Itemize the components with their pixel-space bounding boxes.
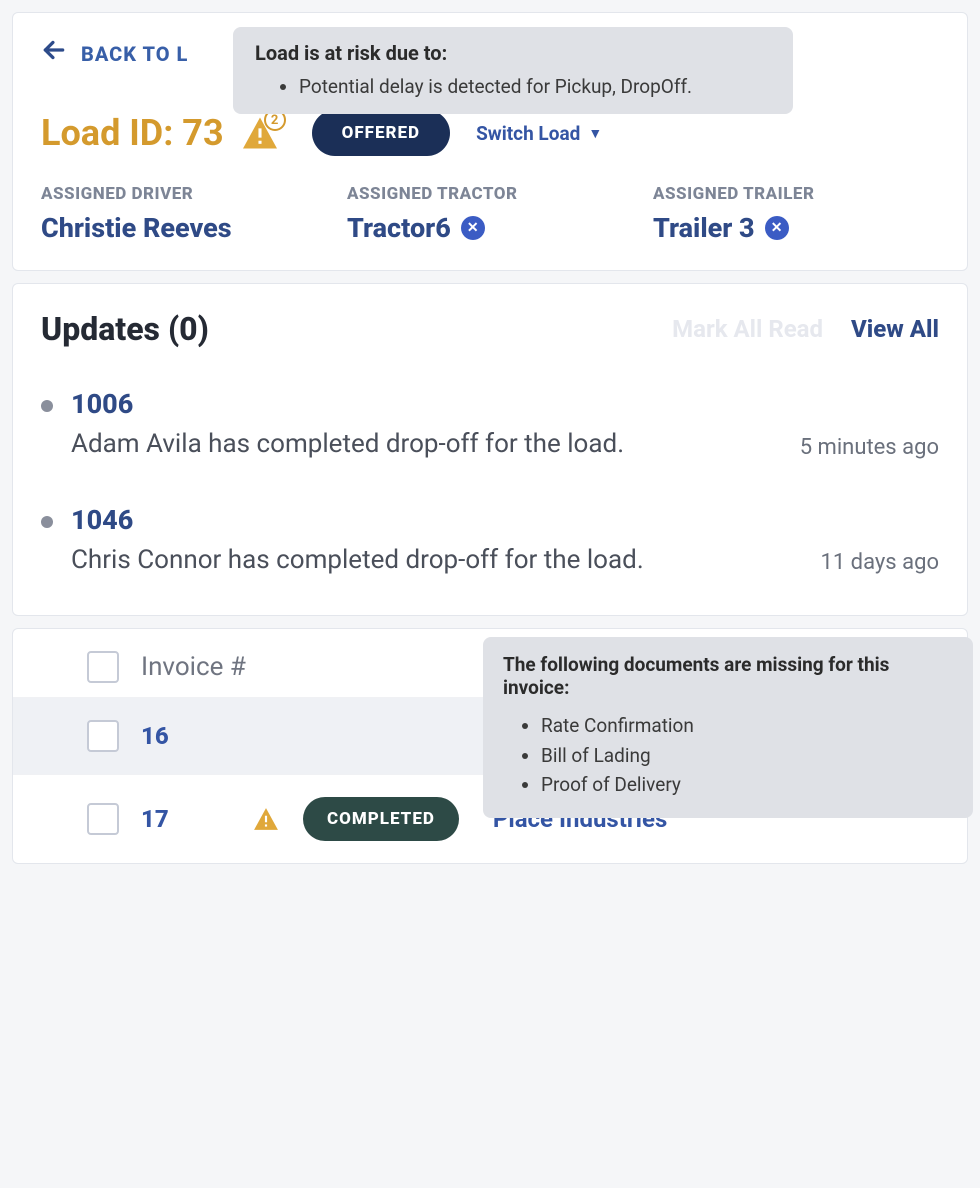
- mark-all-read-button[interactable]: Mark All Read: [672, 315, 823, 343]
- assigned-tractor-label: ASSIGNED TRACTOR: [347, 184, 633, 204]
- assigned-driver-label: ASSIGNED DRIVER: [41, 184, 327, 204]
- load-header-card: BACK TO L Load is at risk due to: Potent…: [12, 12, 968, 271]
- load-id-label: Load ID: 73: [41, 112, 224, 154]
- invoice-status-pill: COMPLETED: [303, 797, 459, 841]
- missing-docs-item: Proof of Delivery: [541, 770, 953, 799]
- updates-title: Updates (0): [41, 310, 672, 348]
- updates-header: Updates (0) Mark All Read View All: [41, 310, 939, 348]
- assigned-driver-name: Christie Reeves: [41, 212, 232, 244]
- view-all-button[interactable]: View All: [851, 315, 939, 343]
- assigned-driver-col: ASSIGNED DRIVER Christie Reeves: [41, 184, 327, 244]
- update-text: Adam Avila has completed drop-off for th…: [71, 426, 624, 464]
- bullet-icon: [41, 400, 53, 412]
- switch-load-label: Switch Load: [476, 122, 580, 145]
- invoice-number[interactable]: 16: [141, 722, 231, 750]
- missing-docs-item: Rate Confirmation: [541, 711, 953, 740]
- invoice-checkbox[interactable]: [87, 803, 119, 835]
- missing-docs-item: Bill of Lading: [541, 741, 953, 770]
- assigned-driver-value[interactable]: Christie Reeves: [41, 212, 327, 244]
- invoice-number-header: Invoice #: [141, 652, 246, 682]
- invoice-number[interactable]: 17: [141, 805, 231, 833]
- back-link[interactable]: BACK TO L: [81, 42, 188, 66]
- update-time: 11 days ago: [821, 550, 940, 579]
- assigned-trailer-col: ASSIGNED TRAILER Trailer 3 ✕: [653, 184, 939, 244]
- invoice-checkbox[interactable]: [87, 720, 119, 752]
- assigned-tractor-value[interactable]: Tractor6 ✕: [347, 212, 633, 244]
- update-text: Chris Connor has completed drop-off for …: [71, 542, 644, 580]
- remove-trailer-icon[interactable]: ✕: [765, 216, 789, 240]
- assigned-trailer-label: ASSIGNED TRAILER: [653, 184, 939, 204]
- warning-triangle-icon[interactable]: [253, 807, 281, 831]
- missing-docs-tooltip: The following documents are missing for …: [483, 637, 973, 817]
- chevron-down-icon: ▼: [588, 125, 602, 142]
- assigned-tractor-name: Tractor6: [347, 212, 451, 244]
- update-item: 1006 Adam Avila has completed drop-off f…: [41, 388, 939, 464]
- select-all-checkbox[interactable]: [87, 651, 119, 683]
- risk-tooltip: Load is at risk due to: Potential delay …: [233, 27, 793, 114]
- invoices-card: The following documents are missing for …: [12, 628, 968, 864]
- update-id[interactable]: 1006: [71, 388, 939, 420]
- update-item: 1046 Chris Connor has completed drop-off…: [41, 504, 939, 580]
- update-time: 5 minutes ago: [800, 435, 939, 464]
- bullet-icon: [41, 516, 53, 528]
- risk-tooltip-item: Potential delay is detected for Pickup, …: [299, 75, 771, 98]
- back-arrow-icon[interactable]: [41, 37, 67, 70]
- risk-tooltip-title: Load is at risk due to:: [255, 41, 771, 65]
- remove-tractor-icon[interactable]: ✕: [461, 216, 485, 240]
- load-id-row: Load ID: 73 2 OFFERED Switch Load ▼: [41, 110, 939, 156]
- assigned-tractor-col: ASSIGNED TRACTOR Tractor6 ✕: [347, 184, 633, 244]
- warning-triangle-icon[interactable]: 2: [238, 113, 282, 153]
- updates-card: Updates (0) Mark All Read View All 1006 …: [12, 283, 968, 616]
- update-id[interactable]: 1046: [71, 504, 939, 536]
- assigned-trailer-value[interactable]: Trailer 3 ✕: [653, 212, 939, 244]
- switch-load-dropdown[interactable]: Switch Load ▼: [476, 122, 602, 145]
- status-pill: OFFERED: [312, 110, 450, 156]
- assigned-trailer-name: Trailer 3: [653, 212, 755, 244]
- assignments-row: ASSIGNED DRIVER Christie Reeves ASSIGNED…: [41, 184, 939, 244]
- missing-docs-title: The following documents are missing for …: [503, 653, 953, 699]
